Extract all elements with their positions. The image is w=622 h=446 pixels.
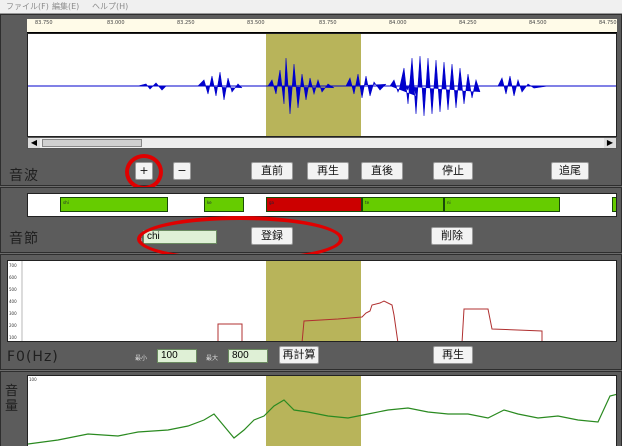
volume-label: 音量 xyxy=(5,384,20,414)
time-ruler: 83.750 83.000 83.250 83.500 83.750 84.00… xyxy=(27,19,617,33)
delete-button[interactable]: 削除 xyxy=(431,227,473,245)
tick-label: 84.000 xyxy=(389,20,407,26)
tick-label: 83.750 xyxy=(35,20,53,26)
tick-label: 83.750 xyxy=(319,20,337,26)
f0-min-label: 最小 xyxy=(135,355,148,362)
syllable-label: 音節 xyxy=(9,231,39,247)
segment-label: ga xyxy=(269,200,274,205)
stop-button[interactable]: 停止 xyxy=(433,162,473,180)
f0-play-button[interactable]: 再生 xyxy=(433,346,473,364)
waveform-label: 音波 xyxy=(9,168,39,184)
tick-label: 84.500 xyxy=(529,20,547,26)
menu-file[interactable]: ファイル(F) xyxy=(6,1,49,12)
menu-help[interactable]: ヘルプ(H) xyxy=(92,1,128,12)
f0-svg xyxy=(21,261,543,341)
waveform-panel: 83.750 83.000 83.250 83.500 83.750 84.00… xyxy=(0,14,622,190)
selection-highlight xyxy=(266,376,361,446)
waveform-scrollbar[interactable]: ◀ ▶ xyxy=(27,137,617,149)
f0-label: F0(Hz) xyxy=(7,349,59,365)
segment-label: ni xyxy=(447,200,451,205)
selection-highlight xyxy=(266,261,361,341)
syllable-track[interactable]: shi ke ga te ni xyxy=(27,193,617,217)
f0-canvas[interactable]: 700 600 500 400 300 200 100 xyxy=(7,260,617,342)
menu-edit[interactable]: 編集(E) xyxy=(52,1,79,12)
tick-label: 83.000 xyxy=(107,20,125,26)
syllable-segment[interactable]: ni xyxy=(444,197,560,212)
segment-label: ke xyxy=(207,200,212,205)
tick-label: 84.250 xyxy=(459,20,477,26)
annotation-circle xyxy=(125,154,163,190)
scroll-left-icon[interactable]: ◀ xyxy=(28,138,40,148)
segment-label: te xyxy=(365,200,370,205)
waveform-svg xyxy=(28,34,616,136)
volume-svg xyxy=(28,376,616,446)
syllable-segment[interactable]: shi xyxy=(60,197,168,212)
prev-button[interactable]: 直前 xyxy=(251,162,293,180)
zoom-out-button[interactable]: − xyxy=(173,162,191,180)
syllable-segment[interactable]: ke xyxy=(204,197,244,212)
next-button[interactable]: 直後 xyxy=(361,162,403,180)
syllable-segment[interactable] xyxy=(612,197,616,212)
app-window: { "menu": [ {"id": "file", "label": "ファイ… xyxy=(0,0,622,446)
tick-label: 84.750 xyxy=(599,20,617,26)
waveform-canvas[interactable] xyxy=(27,33,617,137)
follow-button[interactable]: 追尾 xyxy=(551,162,589,180)
f0-min-input[interactable]: 100 xyxy=(157,349,197,363)
segment-label: shi xyxy=(63,200,69,205)
recalculate-button[interactable]: 再計算 xyxy=(279,346,319,364)
scrollbar-thumb[interactable] xyxy=(42,139,142,147)
f0-panel: 700 600 500 400 300 200 100 F0(Hz) 最小 10… xyxy=(0,254,622,370)
syllable-segment[interactable]: te xyxy=(362,197,444,212)
tick-label: 83.250 xyxy=(177,20,195,26)
volume-canvas[interactable]: 100 xyxy=(27,375,617,446)
scroll-right-icon[interactable]: ▶ xyxy=(604,138,616,148)
syllable-segment-selected[interactable]: ga xyxy=(266,197,362,212)
tick-label: 83.500 xyxy=(247,20,265,26)
f0-max-input[interactable]: 800 xyxy=(228,349,268,363)
play-button[interactable]: 再生 xyxy=(307,162,349,180)
volume-panel: 100 音量 xyxy=(0,371,622,446)
menu-bar: ファイル(F) 編集(E) ヘルプ(H) xyxy=(0,0,622,14)
syllable-panel: shi ke ga te ni 音節 名 chi 登録 削除 xyxy=(0,187,622,262)
f0-max-label: 最大 xyxy=(206,355,219,362)
